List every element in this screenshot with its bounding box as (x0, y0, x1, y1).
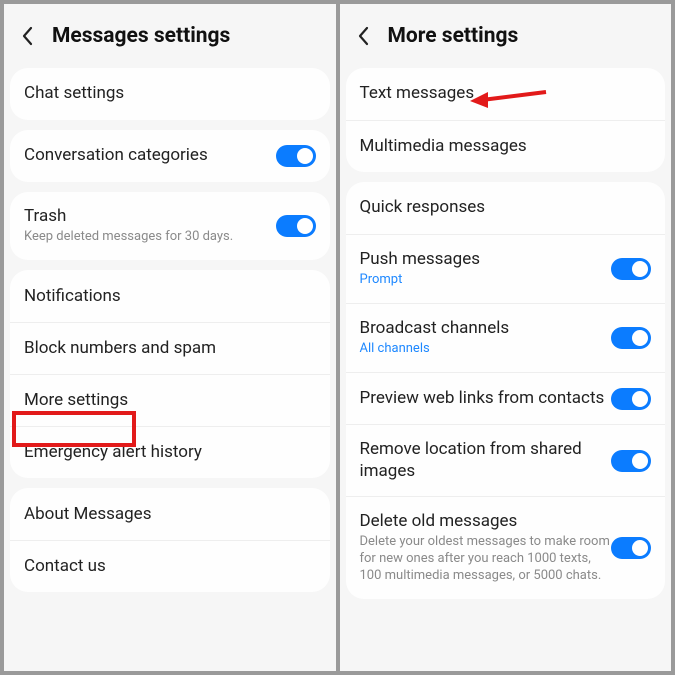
preview-web-links-row[interactable]: Preview web links from contacts (346, 372, 666, 424)
row-label: Push messages (360, 249, 612, 270)
row-label: Trash (24, 206, 276, 227)
header: More settings (346, 12, 666, 68)
messages-settings-screen: Messages settings Chat settings Conversa… (4, 4, 336, 671)
block-numbers-row[interactable]: Block numbers and spam (10, 322, 330, 374)
push-messages-toggle[interactable] (611, 258, 651, 280)
row-label: Delete old messages (360, 511, 612, 532)
notifications-row[interactable]: Notifications (10, 270, 330, 322)
conversation-categories-toggle[interactable] (276, 145, 316, 167)
row-sublabel: Keep deleted messages for 30 days. (24, 229, 276, 246)
row-label: Broadcast channels (360, 318, 612, 339)
quick-responses-row[interactable]: Quick responses (346, 182, 666, 234)
more-settings-screen: More settings Text messages Multimedia m… (340, 4, 672, 671)
row-label: Text messages (360, 83, 652, 104)
row-label: Preview web links from contacts (360, 388, 612, 409)
row-label: Multimedia messages (360, 136, 652, 157)
remove-location-toggle[interactable] (611, 450, 651, 472)
chat-settings-row[interactable]: Chat settings (10, 68, 330, 120)
row-label: More settings (24, 390, 316, 411)
remove-location-row[interactable]: Remove location from shared images (346, 424, 666, 496)
preview-web-links-toggle[interactable] (611, 388, 651, 410)
back-icon[interactable] (352, 25, 374, 47)
row-label: Chat settings (24, 83, 316, 104)
row-label: Notifications (24, 286, 316, 307)
trash-row[interactable]: Trash Keep deleted messages for 30 days. (10, 192, 330, 260)
push-messages-row[interactable]: Push messages Prompt (346, 234, 666, 303)
page-title: Messages settings (52, 24, 230, 48)
delete-old-messages-toggle[interactable] (611, 537, 651, 559)
emergency-alert-row[interactable]: Emergency alert history (10, 426, 330, 478)
header: Messages settings (10, 12, 330, 68)
row-label: Block numbers and spam (24, 338, 316, 359)
row-label: Conversation categories (24, 145, 276, 166)
multimedia-messages-row[interactable]: Multimedia messages (346, 120, 666, 172)
row-label: Contact us (24, 556, 316, 577)
row-sublabel: All channels (360, 341, 612, 358)
text-messages-row[interactable]: Text messages (346, 68, 666, 120)
trash-toggle[interactable] (276, 215, 316, 237)
more-settings-row[interactable]: More settings (10, 374, 330, 426)
delete-old-messages-row[interactable]: Delete old messages Delete your oldest m… (346, 496, 666, 599)
row-label: Emergency alert history (24, 442, 316, 463)
row-label: Quick responses (360, 197, 652, 218)
row-label: About Messages (24, 504, 316, 525)
about-messages-row[interactable]: About Messages (10, 488, 330, 540)
row-sublabel: Delete your oldest messages to make room… (360, 534, 612, 585)
row-label: Remove location from shared images (360, 439, 612, 482)
broadcast-channels-row[interactable]: Broadcast channels All channels (346, 303, 666, 372)
page-title: More settings (388, 24, 519, 48)
row-sublabel: Prompt (360, 272, 612, 289)
back-icon[interactable] (16, 25, 38, 47)
broadcast-channels-toggle[interactable] (611, 327, 651, 349)
conversation-categories-row[interactable]: Conversation categories (10, 130, 330, 182)
contact-us-row[interactable]: Contact us (10, 540, 330, 592)
